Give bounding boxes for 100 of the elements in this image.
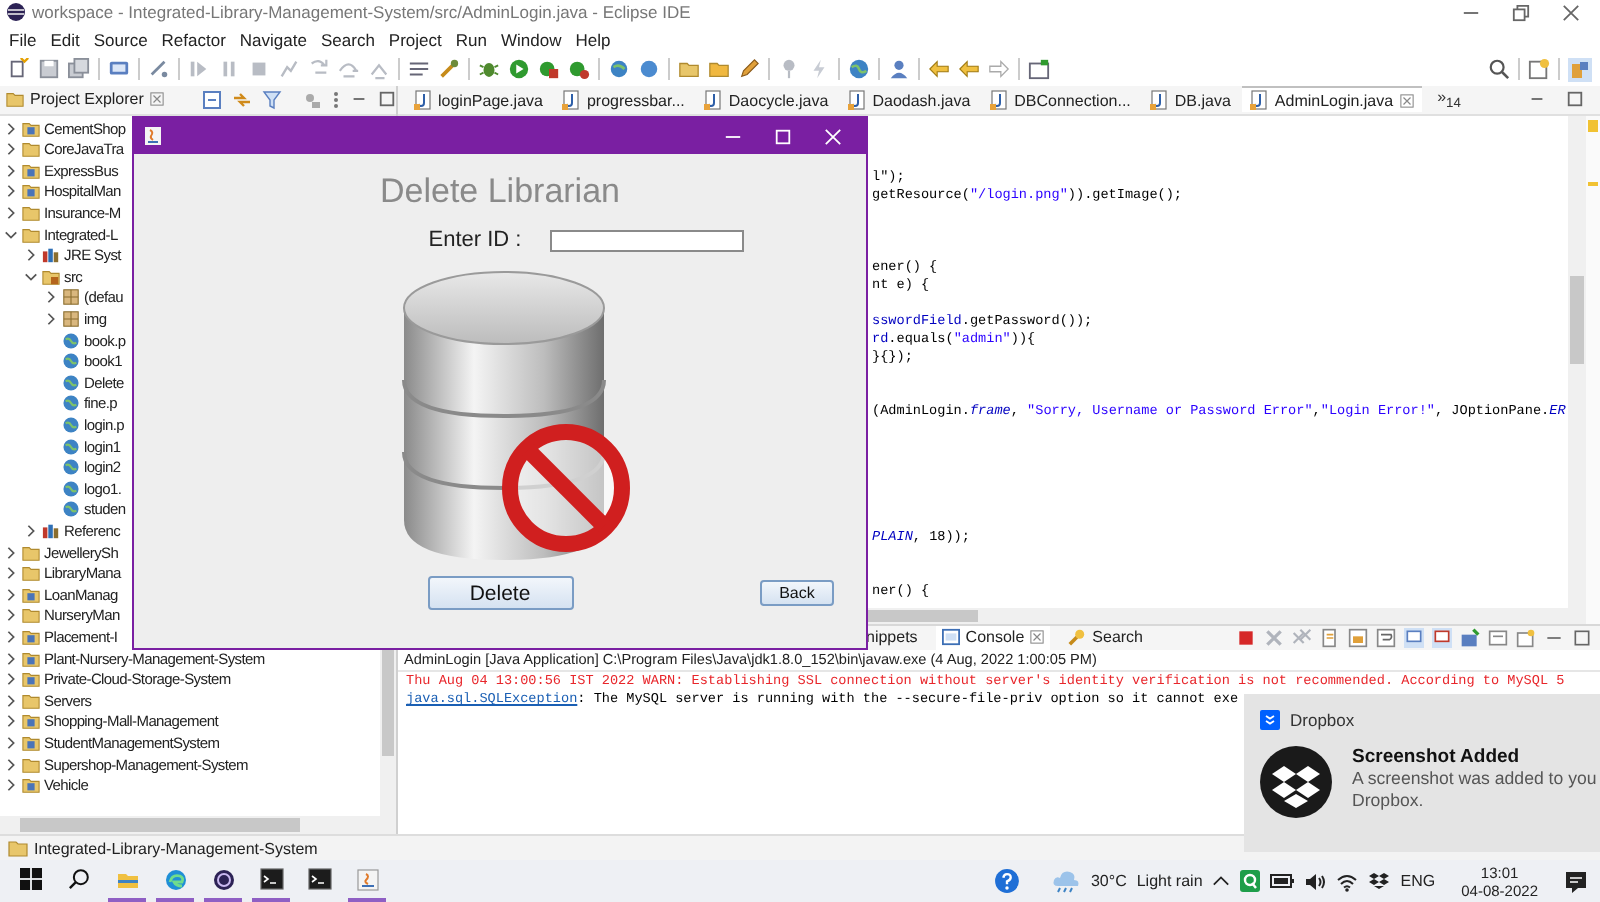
open-box-icon[interactable] <box>1368 871 1391 892</box>
chevron-right-icon[interactable] <box>4 714 18 729</box>
perspective-icon[interactable] <box>1528 58 1550 81</box>
save-icon[interactable] <box>38 58 60 81</box>
bug-icon[interactable] <box>478 58 500 81</box>
editor-tab[interactable]: loginPage.java <box>406 86 551 113</box>
menu-item[interactable]: Edit <box>43 29 87 50</box>
menu-item[interactable]: Search <box>313 29 382 50</box>
back-button[interactable]: Back <box>760 580 834 606</box>
wifi-icon[interactable] <box>1336 871 1359 892</box>
speaker-icon[interactable] <box>1304 871 1327 892</box>
chevron-right-icon[interactable] <box>24 248 38 263</box>
editor-tab[interactable]: progressbar... <box>554 86 693 113</box>
view-tab[interactable]: nippets <box>860 625 924 650</box>
chevron-right-icon[interactable] <box>24 523 38 538</box>
word-wrap-icon[interactable] <box>1376 627 1396 648</box>
chevron-right-icon[interactable] <box>4 206 18 221</box>
chevron-down-icon[interactable] <box>4 227 18 242</box>
chevron-right-icon[interactable] <box>4 142 18 157</box>
maximize-icon[interactable] <box>1566 90 1584 109</box>
stop-icon[interactable] <box>1236 627 1256 648</box>
console-error-icon[interactable] <box>1432 627 1452 648</box>
chevron-right-icon[interactable] <box>4 757 18 772</box>
editor-tab[interactable]: DBConnection... <box>982 86 1139 113</box>
chevron-right-icon[interactable] <box>4 566 18 581</box>
skip-icon[interactable] <box>148 58 170 81</box>
pin-icon[interactable] <box>1460 627 1480 648</box>
chevron-right-icon[interactable] <box>4 163 18 178</box>
chevron-right-icon[interactable] <box>4 629 18 644</box>
display-icon[interactable] <box>1488 627 1508 648</box>
close-icon[interactable] <box>1030 630 1045 645</box>
language-indicator[interactable]: ENG <box>1400 872 1436 891</box>
menu-item[interactable]: File <box>2 29 44 50</box>
chevron-right-icon[interactable] <box>4 587 18 602</box>
chevron-right-icon[interactable] <box>4 693 18 708</box>
chevron-right-icon[interactable] <box>4 651 18 666</box>
chevron-right-icon[interactable] <box>4 735 18 750</box>
chevron-right-icon[interactable] <box>4 184 18 199</box>
kebab-menu-icon[interactable] <box>331 89 340 110</box>
maximize-icon[interactable] <box>1572 627 1592 648</box>
user-icon[interactable] <box>888 58 910 81</box>
arrow-forward-icon[interactable] <box>988 58 1010 81</box>
arrow-back-icon[interactable] <box>928 58 950 81</box>
chevron-up-icon[interactable] <box>1212 872 1231 891</box>
chevron-right-icon[interactable] <box>4 545 18 560</box>
view-tab[interactable]: Search <box>1062 625 1150 650</box>
more-tabs-button[interactable]: »$_{14}$ <box>1437 88 1461 112</box>
q-app-icon[interactable] <box>1240 870 1261 893</box>
menu-item[interactable]: Project <box>381 29 449 50</box>
save-all-icon[interactable] <box>68 58 90 81</box>
horizontal-scrollbar[interactable] <box>0 816 396 835</box>
editor-tab[interactable]: DB.java <box>1142 86 1239 113</box>
java-perspective-icon[interactable] <box>1568 57 1592 82</box>
search-icon[interactable] <box>1488 58 1510 81</box>
scroll-lock-icon[interactable] <box>1348 627 1368 648</box>
menu-item[interactable]: Refactor <box>154 29 233 50</box>
vertical-scrollbar[interactable] <box>1568 115 1586 624</box>
delete-button[interactable]: Delete <box>427 576 573 610</box>
chevron-right-icon[interactable] <box>4 121 18 136</box>
arrow-back-icon[interactable] <box>958 58 980 81</box>
view-tab[interactable]: Console <box>935 625 1051 650</box>
menu-item[interactable]: Navigate <box>232 29 314 50</box>
chevron-right-icon[interactable] <box>4 778 18 793</box>
run-config-icon[interactable] <box>568 58 590 81</box>
menu-item[interactable]: Window <box>493 29 569 50</box>
new-file-icon[interactable] <box>8 58 30 81</box>
menu-item[interactable]: Help <box>568 29 618 50</box>
battery-icon[interactable] <box>1270 872 1295 891</box>
help-icon[interactable] <box>994 868 1021 895</box>
chevron-right-icon[interactable] <box>44 290 58 305</box>
monitor-icon[interactable] <box>108 58 130 81</box>
editor-tab[interactable]: Daocycle.java <box>696 86 837 113</box>
link-icon[interactable] <box>231 89 252 110</box>
pencil-icon[interactable] <box>738 58 760 81</box>
new-console-icon[interactable] <box>1516 627 1536 648</box>
chevron-right-icon[interactable] <box>4 672 18 687</box>
list-icon[interactable] <box>408 58 430 81</box>
clear-icon[interactable] <box>1320 627 1340 648</box>
id-input-field[interactable] <box>549 229 744 251</box>
close-icon[interactable] <box>1399 93 1414 108</box>
chevron-right-icon[interactable] <box>44 312 58 327</box>
notification-toast[interactable]: Dropbox Screenshot Added A screenshot was added to you Dropbox. <box>1244 694 1600 852</box>
folder-icon[interactable] <box>708 58 730 81</box>
menu-item[interactable]: Source <box>86 29 155 50</box>
filter-icon[interactable] <box>261 89 282 110</box>
chat-bubble-icon[interactable] <box>1564 869 1588 894</box>
play-icon[interactable] <box>508 58 530 81</box>
open-folder-icon[interactable] <box>678 58 700 81</box>
console-view-icon[interactable] <box>1404 627 1424 648</box>
window-icon[interactable] <box>1028 58 1050 81</box>
globe-icon[interactable] <box>848 58 870 81</box>
editor-tab[interactable]: AdminLogin.java <box>1242 86 1422 113</box>
editor-tab[interactable]: Daodash.java <box>840 86 979 113</box>
chevron-down-icon[interactable] <box>24 269 38 284</box>
menu-item[interactable]: Run <box>448 29 494 50</box>
maximize-icon[interactable] <box>377 90 396 109</box>
chevron-right-icon[interactable] <box>4 608 18 623</box>
restore-icon[interactable] <box>1512 3 1530 22</box>
run-coverage-icon[interactable] <box>538 58 560 81</box>
tools-icon[interactable] <box>438 58 460 81</box>
